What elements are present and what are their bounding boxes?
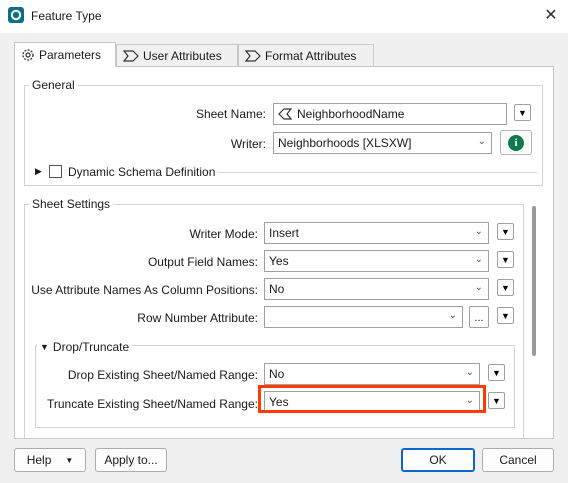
cancel-button[interactable]: Cancel: [482, 448, 554, 472]
sheet-name-value: NeighborhoodName: [297, 107, 405, 121]
app-icon: [8, 7, 24, 23]
tab-label: Parameters: [39, 48, 102, 62]
tab-user-attributes[interactable]: User Attributes: [116, 44, 238, 66]
use-attr-names-value: No: [269, 282, 285, 296]
writer-mode-value: Insert: [269, 226, 300, 240]
help-label: Help: [26, 453, 52, 467]
writer-mode-label: Writer Mode:: [189, 227, 258, 241]
chevron-down-icon: ⌄: [474, 226, 483, 237]
info-icon: i: [508, 134, 524, 151]
output-field-names-value: Yes: [269, 254, 289, 268]
chevron-down-icon: ⌄: [474, 282, 483, 293]
chevron-tag-icon: [123, 49, 139, 62]
chevron-down-icon: ⌄: [465, 367, 474, 378]
tab-label: Format Attributes: [265, 48, 357, 63]
tab-label: User Attributes: [143, 48, 222, 63]
tab-parameters[interactable]: Parameters: [14, 42, 116, 67]
writer-select[interactable]: Neighborhoods [XLSXW] ⌄: [273, 132, 492, 154]
divider: [217, 172, 537, 173]
output-field-names-menu-button[interactable]: ▼: [497, 251, 514, 268]
drop-truncate-header[interactable]: ▼ Drop/Truncate: [37, 340, 133, 354]
ok-button[interactable]: OK: [401, 448, 475, 472]
drop-sheet-value: No: [269, 367, 285, 381]
general-group-title: General: [29, 78, 78, 92]
scrollbar-thumb[interactable]: [532, 206, 536, 356]
sheet-name-menu-button[interactable]: ▼: [514, 104, 531, 121]
use-attr-names-label: Use Attribute Names As Column Positions:: [31, 283, 258, 297]
output-field-names-select[interactable]: Yes ⌄: [264, 250, 489, 272]
dropdown-arrow-icon: ▼: [65, 455, 74, 465]
truncate-sheet-menu-button[interactable]: ▼: [488, 392, 505, 409]
sheet-name-field[interactable]: NeighborhoodName: [273, 103, 507, 125]
gear-icon: [22, 49, 34, 61]
chevron-down-icon: ⌄: [474, 254, 483, 265]
tab-format-attributes[interactable]: Format Attributes: [238, 44, 374, 66]
expand-arrow-icon[interactable]: ▶: [35, 166, 42, 177]
close-icon[interactable]: ✕: [539, 4, 563, 28]
use-attr-names-menu-button[interactable]: ▼: [497, 279, 514, 296]
help-button[interactable]: Help ▼: [14, 448, 86, 472]
drop-sheet-select[interactable]: No ⌄: [264, 363, 480, 385]
writer-mode-menu-button[interactable]: ▼: [497, 223, 514, 240]
chevron-down-icon: ⌄: [448, 310, 457, 321]
chevron-tag-icon: [245, 49, 261, 62]
drop-sheet-menu-button[interactable]: ▼: [488, 364, 505, 381]
writer-mode-select[interactable]: Insert ⌄: [264, 222, 489, 244]
window-title: Feature Type: [31, 9, 102, 23]
row-number-label: Row Number Attribute:: [137, 311, 258, 325]
highlight-box: [258, 385, 486, 413]
drop-truncate-title: Drop/Truncate: [52, 340, 130, 354]
row-number-menu-button[interactable]: ▼: [497, 307, 514, 324]
attribute-tag-icon: [278, 108, 292, 120]
sheet-settings-title: Sheet Settings: [29, 197, 114, 211]
writer-value: Neighborhoods [XLSXW]: [278, 136, 412, 150]
row-number-browse-button[interactable]: ...: [469, 306, 489, 328]
dynamic-schema-checkbox[interactable]: [49, 165, 62, 178]
sheet-name-label: Sheet Name:: [195, 107, 266, 121]
output-field-names-label: Output Field Names:: [147, 255, 258, 269]
chevron-down-icon: ⌄: [477, 136, 486, 147]
use-attr-names-select[interactable]: No ⌄: [264, 278, 489, 300]
row-number-select[interactable]: ⌄: [264, 306, 463, 328]
apply-to-button[interactable]: Apply to...: [95, 448, 167, 472]
writer-info-button[interactable]: i: [500, 130, 532, 155]
collapse-arrow-icon: ▼: [40, 342, 49, 352]
writer-label: Writer:: [230, 137, 266, 151]
dynamic-schema-label: Dynamic Schema Definition: [68, 165, 216, 179]
truncate-sheet-label: Truncate Existing Sheet/Named Range:: [46, 397, 258, 411]
drop-sheet-label: Drop Existing Sheet/Named Range:: [67, 368, 258, 382]
